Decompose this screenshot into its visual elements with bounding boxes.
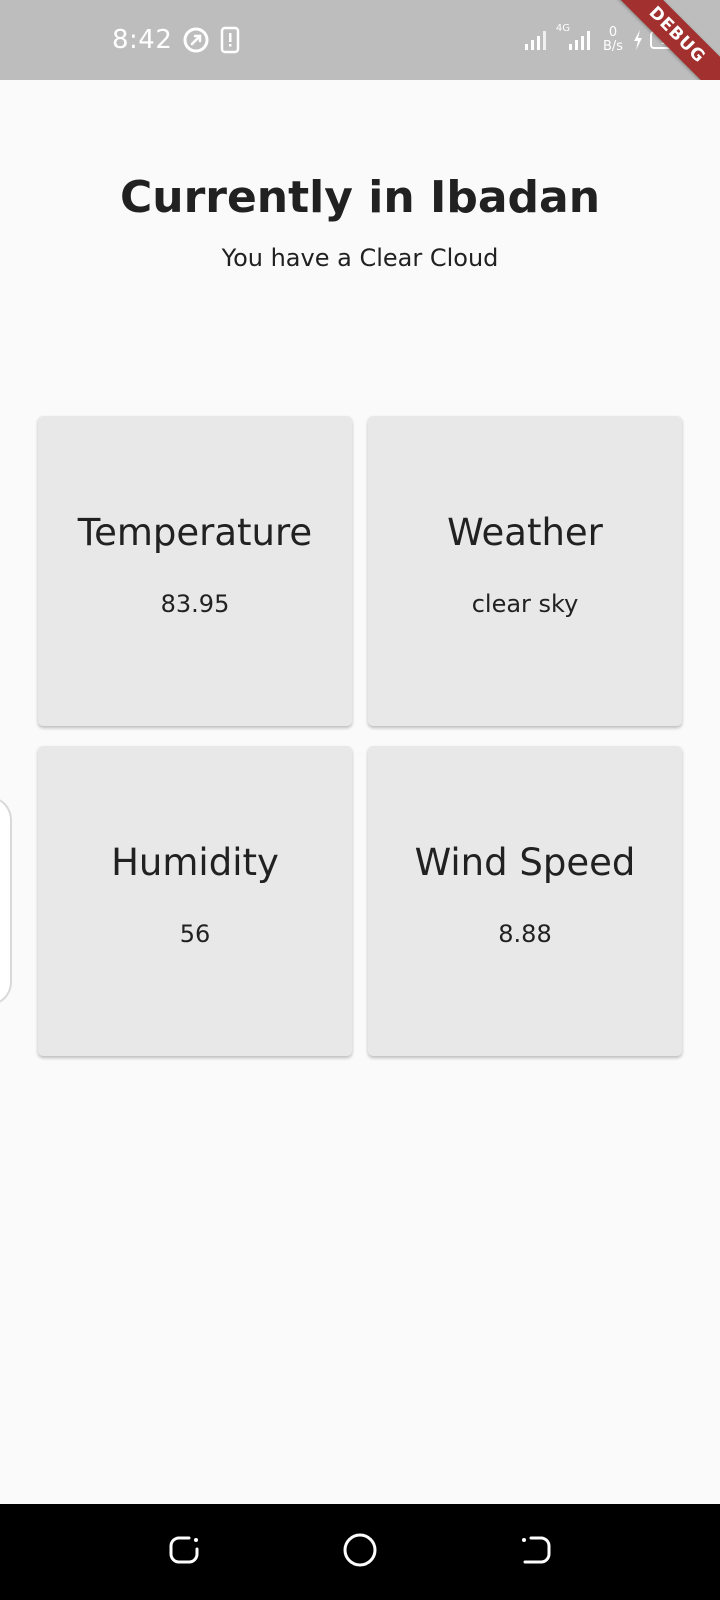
card-title: Weather [447, 511, 603, 554]
network-speed: 0 B/s [600, 26, 626, 54]
wind-speed-card: Wind Speed 8.88 [368, 746, 682, 1056]
card-title: Wind Speed [414, 841, 636, 884]
header: Currently in Ibadan You have a Clear Clo… [0, 170, 720, 274]
page-subtitle: You have a Clear Cloud [221, 244, 499, 272]
weather-card: Weather clear sky [368, 416, 682, 726]
card-title: Temperature [77, 511, 313, 554]
phone-alert-icon [220, 26, 240, 54]
temperature-card: Temperature 83.95 [38, 416, 352, 726]
signal-icon [524, 28, 550, 52]
back-icon [519, 1533, 553, 1572]
charging-icon [632, 29, 644, 51]
weather-grid: Temperature 83.95 Weather clear sky Humi… [38, 416, 682, 1056]
home-button[interactable] [340, 1532, 380, 1572]
status-left: 8:42 [112, 22, 240, 58]
network-speed-unit: B/s [602, 39, 624, 54]
card-value: 56 [179, 920, 211, 948]
home-icon [342, 1532, 378, 1573]
recent-apps-icon [167, 1533, 201, 1572]
status-bar: 8:42 4G 0 B/s DEBUG [0, 0, 720, 80]
card-title: Humidity [111, 841, 279, 884]
card-value: 8.88 [498, 920, 552, 948]
recent-apps-button[interactable] [164, 1532, 204, 1572]
sync-circle-icon [182, 26, 210, 54]
page-title: Currently in Ibadan [119, 172, 601, 223]
network-type-label: 4G [555, 22, 570, 34]
network-speed-value: 0 [608, 25, 618, 40]
card-value: clear sky [471, 590, 579, 618]
navigation-bar [0, 1504, 720, 1600]
card-value: 83.95 [160, 590, 230, 618]
edge-panel-handle[interactable] [0, 796, 12, 1006]
signal-4g-icon [568, 28, 594, 52]
humidity-card: Humidity 56 [38, 746, 352, 1056]
clock: 8:42 [112, 25, 173, 55]
back-button[interactable] [516, 1532, 556, 1572]
